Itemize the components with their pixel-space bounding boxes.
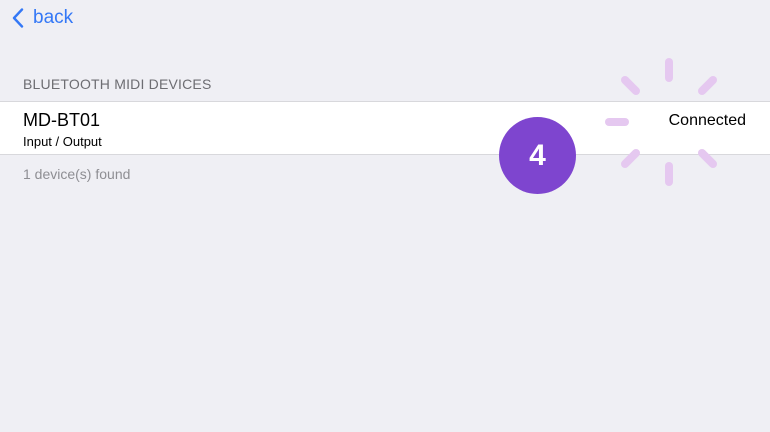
back-button[interactable]: back <box>12 4 73 32</box>
device-name: MD-BT01 <box>23 110 101 130</box>
device-io-type: Input / Output <box>23 134 102 149</box>
back-label: back <box>33 7 74 28</box>
section-header: BLUETOOTH MIDI DEVICES <box>23 76 212 92</box>
step-number-badge: 4 <box>499 117 576 194</box>
device-row-md-bt01[interactable]: MD-BT01 Input / Output Connected <box>0 101 770 155</box>
connection-status: Connected <box>668 112 746 129</box>
chevron-left-icon <box>12 8 24 28</box>
devices-found-count: 1 device(s) found <box>23 166 131 182</box>
